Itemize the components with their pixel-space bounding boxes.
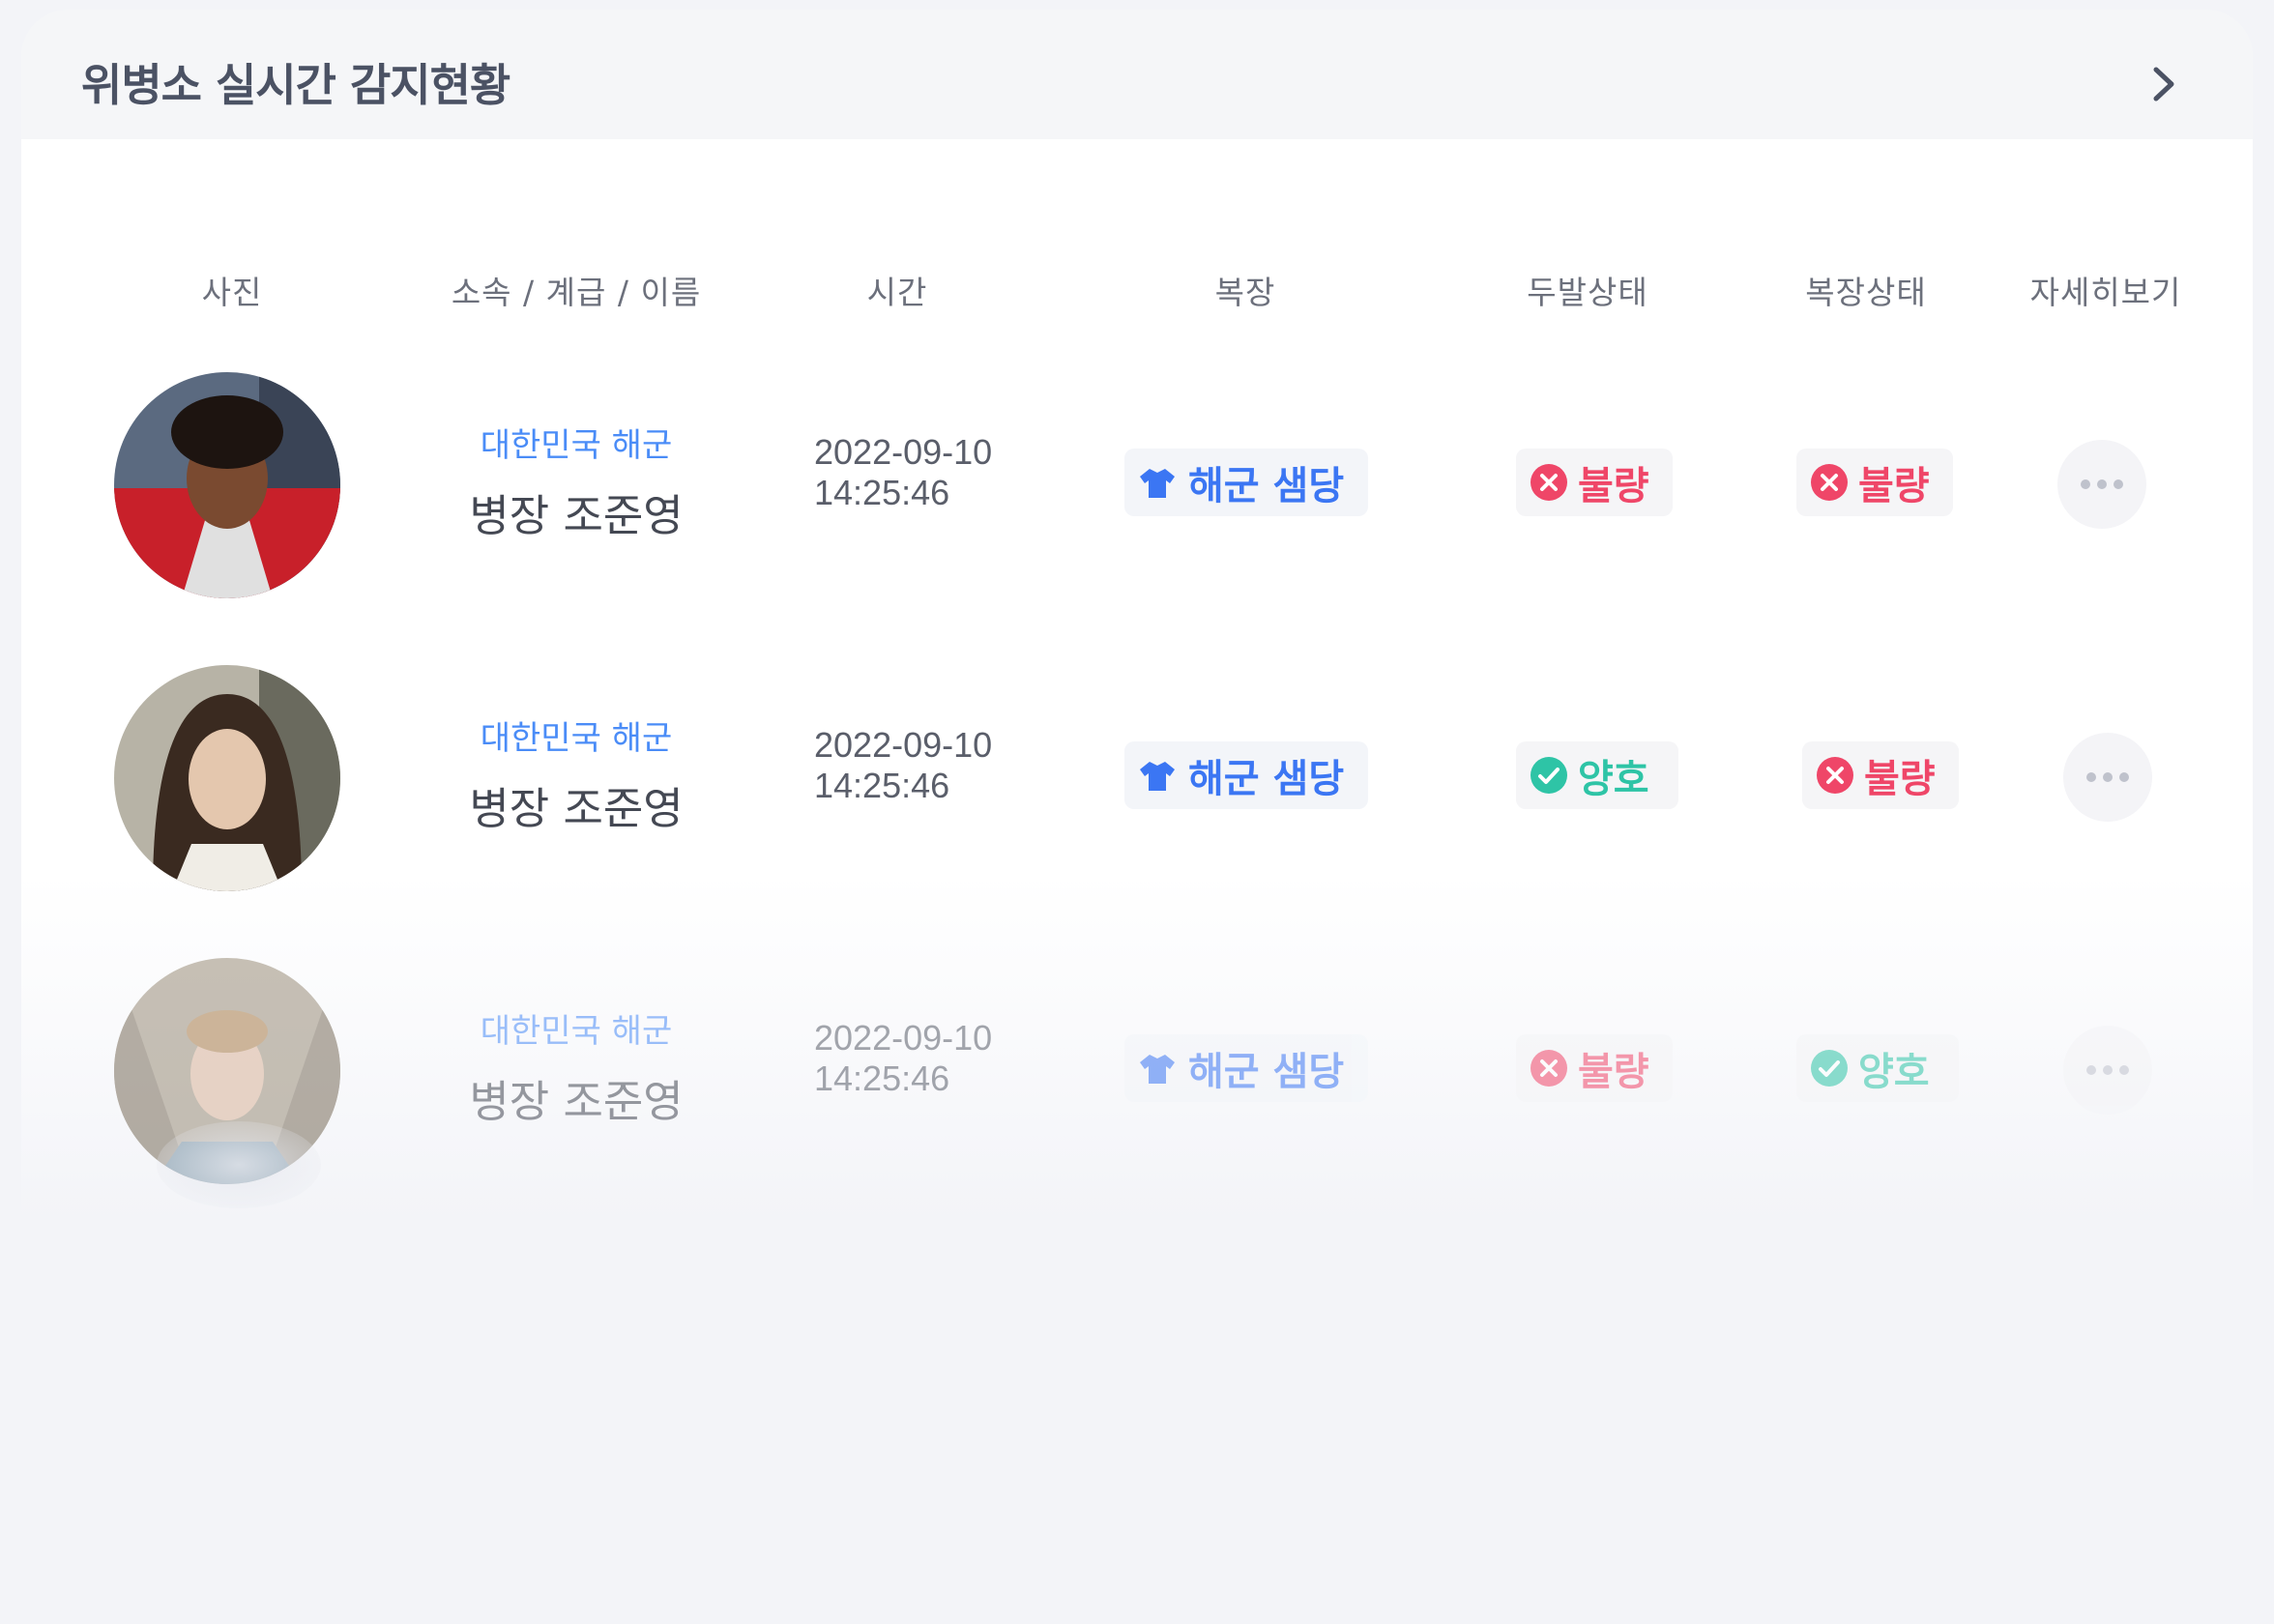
column-header-photo: 사진	[201, 274, 263, 311]
x-circle-icon	[1531, 1050, 1567, 1087]
x-circle-icon	[1811, 464, 1848, 501]
rank-name: 병장 조준영	[469, 783, 684, 834]
x-circle-icon	[1817, 757, 1853, 794]
uniform-badge: 해군 샘당	[1124, 449, 1368, 516]
uniform-badge: 해군 샘당	[1124, 741, 1368, 809]
unit-label: 대한민국 해군	[480, 426, 673, 465]
details-button[interactable]	[2063, 733, 2152, 822]
column-header-time: 시간	[866, 274, 928, 311]
unit-label: 대한민국 해군	[480, 1012, 673, 1051]
detection-card: 위병소 실시간 감지현황 사진 소속 / 계급 / 이름 시간 복장 두발상태 …	[21, 10, 2253, 1624]
hair-status-label: 불량	[1578, 464, 1649, 508]
unit-label: 대한민국 해군	[480, 719, 673, 758]
column-header-affiliation: 소속 / 계급 / 이름	[451, 274, 702, 311]
x-circle-icon	[1531, 464, 1567, 501]
check-circle-icon	[1531, 757, 1567, 794]
rank-name: 병장 조준영	[469, 490, 684, 541]
card-title: 위병소 실시간 감지현황	[81, 59, 510, 111]
column-header-hair-status: 두발상태	[1527, 274, 1648, 311]
column-header-details: 자세히보기	[2029, 274, 2182, 311]
detected-date: 2022-09-10	[814, 725, 993, 765]
table-row[interactable]: 대한민국 해군 병장 조준영 2022-09-10 14:25:46 해군 샘당…	[21, 958, 2253, 1209]
hair-status-badge: 불량	[1516, 449, 1673, 516]
column-header-uniform: 복장	[1214, 274, 1276, 311]
shirt-icon	[1140, 1055, 1175, 1084]
detected-time: 14:25:46	[814, 473, 950, 512]
detected-date: 2022-09-10	[814, 1018, 993, 1058]
rank-name: 병장 조준영	[469, 1076, 684, 1127]
hair-status-label: 불량	[1578, 1050, 1649, 1094]
shirt-icon	[1140, 469, 1175, 498]
card-header: 위병소 실시간 감지현황	[21, 10, 2253, 139]
table-row[interactable]: 대한민국 해군 병장 조준영 2022-09-10 14:25:46 해군 샘당…	[21, 372, 2253, 624]
uniform-label: 해군 샘당	[1188, 464, 1345, 508]
details-button[interactable]	[2057, 440, 2146, 529]
more-dots-icon	[2086, 772, 2129, 782]
hair-status-label: 양호	[1578, 757, 1649, 801]
uniform-label: 해군 샘당	[1188, 1050, 1345, 1094]
details-button[interactable]	[2063, 1026, 2152, 1115]
hair-status-badge: 양호	[1516, 741, 1678, 809]
uniform-status-label: 불량	[1864, 757, 1936, 801]
avatar	[114, 665, 340, 891]
uniform-status-badge: 불량	[1796, 449, 1953, 516]
uniform-badge: 해군 샘당	[1124, 1034, 1368, 1102]
column-header-uniform-status: 복장상태	[1805, 274, 1927, 311]
more-dots-icon	[2081, 479, 2123, 489]
avatar	[114, 372, 340, 598]
uniform-status-label: 양호	[1858, 1050, 1930, 1094]
check-circle-icon	[1811, 1050, 1848, 1087]
detected-time: 14:25:46	[814, 1058, 950, 1098]
more-dots-icon	[2086, 1065, 2129, 1075]
uniform-status-label: 불량	[1858, 464, 1930, 508]
uniform-status-badge: 불량	[1802, 741, 1959, 809]
chevron-right-icon[interactable]	[2144, 62, 2183, 106]
uniform-status-badge: 양호	[1796, 1034, 1959, 1102]
detected-time: 14:25:46	[814, 766, 950, 805]
detected-date: 2022-09-10	[814, 432, 993, 472]
hair-status-badge: 불량	[1516, 1034, 1673, 1102]
uniform-label: 해군 샘당	[1188, 757, 1345, 801]
table-row[interactable]: 대한민국 해군 병장 조준영 2022-09-10 14:25:46 해군 샘당…	[21, 665, 2253, 916]
faded-avatar-placeholder	[157, 1121, 321, 1208]
shirt-icon	[1140, 762, 1175, 791]
